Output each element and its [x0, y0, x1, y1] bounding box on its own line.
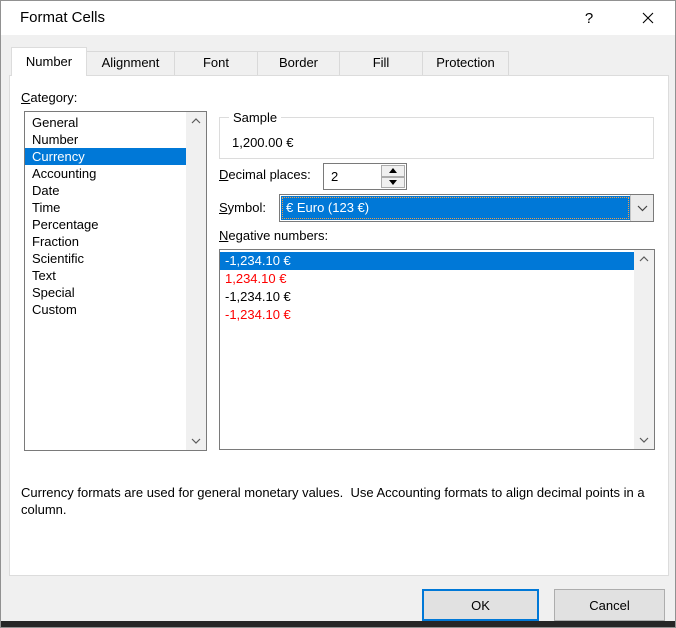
tab-protection[interactable]: Protection: [422, 51, 509, 76]
category-item-custom[interactable]: Custom: [25, 301, 186, 318]
tab-fill[interactable]: Fill: [339, 51, 423, 76]
category-item-date[interactable]: Date: [25, 182, 186, 199]
sample-value: 1,200.00 €: [232, 135, 293, 150]
negative-numbers-label: Negative numbers:: [219, 228, 328, 243]
spin-up-icon: [389, 168, 397, 173]
negative-numbers-items: -1,234.10 € 1,234.10 € -1,234.10 € -1,23…: [220, 252, 654, 449]
category-listbox: General Number Currency Accounting Date …: [24, 111, 207, 451]
title-bar: Format Cells ?: [1, 1, 675, 35]
background-window-edge: [1, 621, 675, 627]
scroll-up-icon: [639, 256, 649, 262]
category-label: Category:: [21, 90, 77, 105]
symbol-selected-value[interactable]: € Euro (123 €): [281, 196, 630, 220]
symbol-dropdown-button[interactable]: [630, 195, 653, 221]
scroll-up-button[interactable]: [634, 250, 654, 268]
category-item-accounting[interactable]: Accounting: [25, 165, 186, 182]
category-scrollbar[interactable]: [186, 112, 206, 450]
negative-format-option-1[interactable]: -1,234.10 €: [220, 252, 634, 270]
category-list-items: General Number Currency Accounting Date …: [25, 114, 206, 450]
negative-format-option-2[interactable]: 1,234.10 €: [220, 270, 634, 288]
tab-font[interactable]: Font: [174, 51, 258, 76]
category-item-special[interactable]: Special: [25, 284, 186, 301]
spin-down-button[interactable]: [381, 177, 405, 189]
negative-format-option-4[interactable]: -1,234.10 €: [220, 306, 634, 324]
tab-number[interactable]: Number: [11, 47, 87, 76]
category-item-general[interactable]: General: [25, 114, 186, 131]
sample-legend: Sample: [229, 110, 281, 125]
cancel-button[interactable]: Cancel: [554, 589, 665, 621]
category-item-scientific[interactable]: Scientific: [25, 250, 186, 267]
negative-numbers-scrollbar[interactable]: [634, 250, 654, 449]
decimal-places-input[interactable]: [324, 164, 379, 189]
scroll-up-icon: [191, 118, 201, 124]
scroll-down-button[interactable]: [634, 431, 654, 449]
tab-alignment[interactable]: Alignment: [86, 51, 175, 76]
tab-border[interactable]: Border: [257, 51, 340, 76]
scroll-down-button[interactable]: [186, 432, 206, 450]
spin-up-button[interactable]: [381, 165, 405, 177]
chevron-down-icon: [637, 205, 648, 212]
close-button[interactable]: [627, 4, 669, 32]
negative-format-option-3[interactable]: -1,234.10 €: [220, 288, 634, 306]
scroll-up-button[interactable]: [186, 112, 206, 130]
category-item-number[interactable]: Number: [25, 131, 186, 148]
category-item-time[interactable]: Time: [25, 199, 186, 216]
category-item-fraction[interactable]: Fraction: [25, 233, 186, 250]
category-item-percentage[interactable]: Percentage: [25, 216, 186, 233]
sample-group: Sample 1,200.00 €: [219, 117, 654, 159]
category-description: Currency formats are used for general mo…: [21, 484, 671, 518]
scroll-down-icon: [639, 437, 649, 443]
symbol-combobox[interactable]: € Euro (123 €): [279, 194, 654, 222]
dialog-title: Format Cells: [20, 9, 105, 26]
format-cells-dialog: Format Cells ? Number Alignment Font Bor…: [0, 0, 676, 628]
category-item-text[interactable]: Text: [25, 267, 186, 284]
help-button[interactable]: ?: [571, 4, 607, 32]
close-icon: [642, 12, 654, 24]
decimal-places-spinner: [381, 165, 405, 188]
scroll-down-icon: [191, 438, 201, 444]
category-item-currency[interactable]: Currency: [25, 148, 186, 165]
decimal-places-spinbox: [323, 163, 407, 190]
symbol-label: Symbol:: [219, 200, 266, 215]
negative-numbers-listbox: -1,234.10 € 1,234.10 € -1,234.10 € -1,23…: [219, 249, 655, 450]
spin-down-icon: [389, 180, 397, 185]
decimal-places-label: Decimal places:: [219, 167, 311, 182]
ok-button[interactable]: OK: [422, 589, 539, 621]
